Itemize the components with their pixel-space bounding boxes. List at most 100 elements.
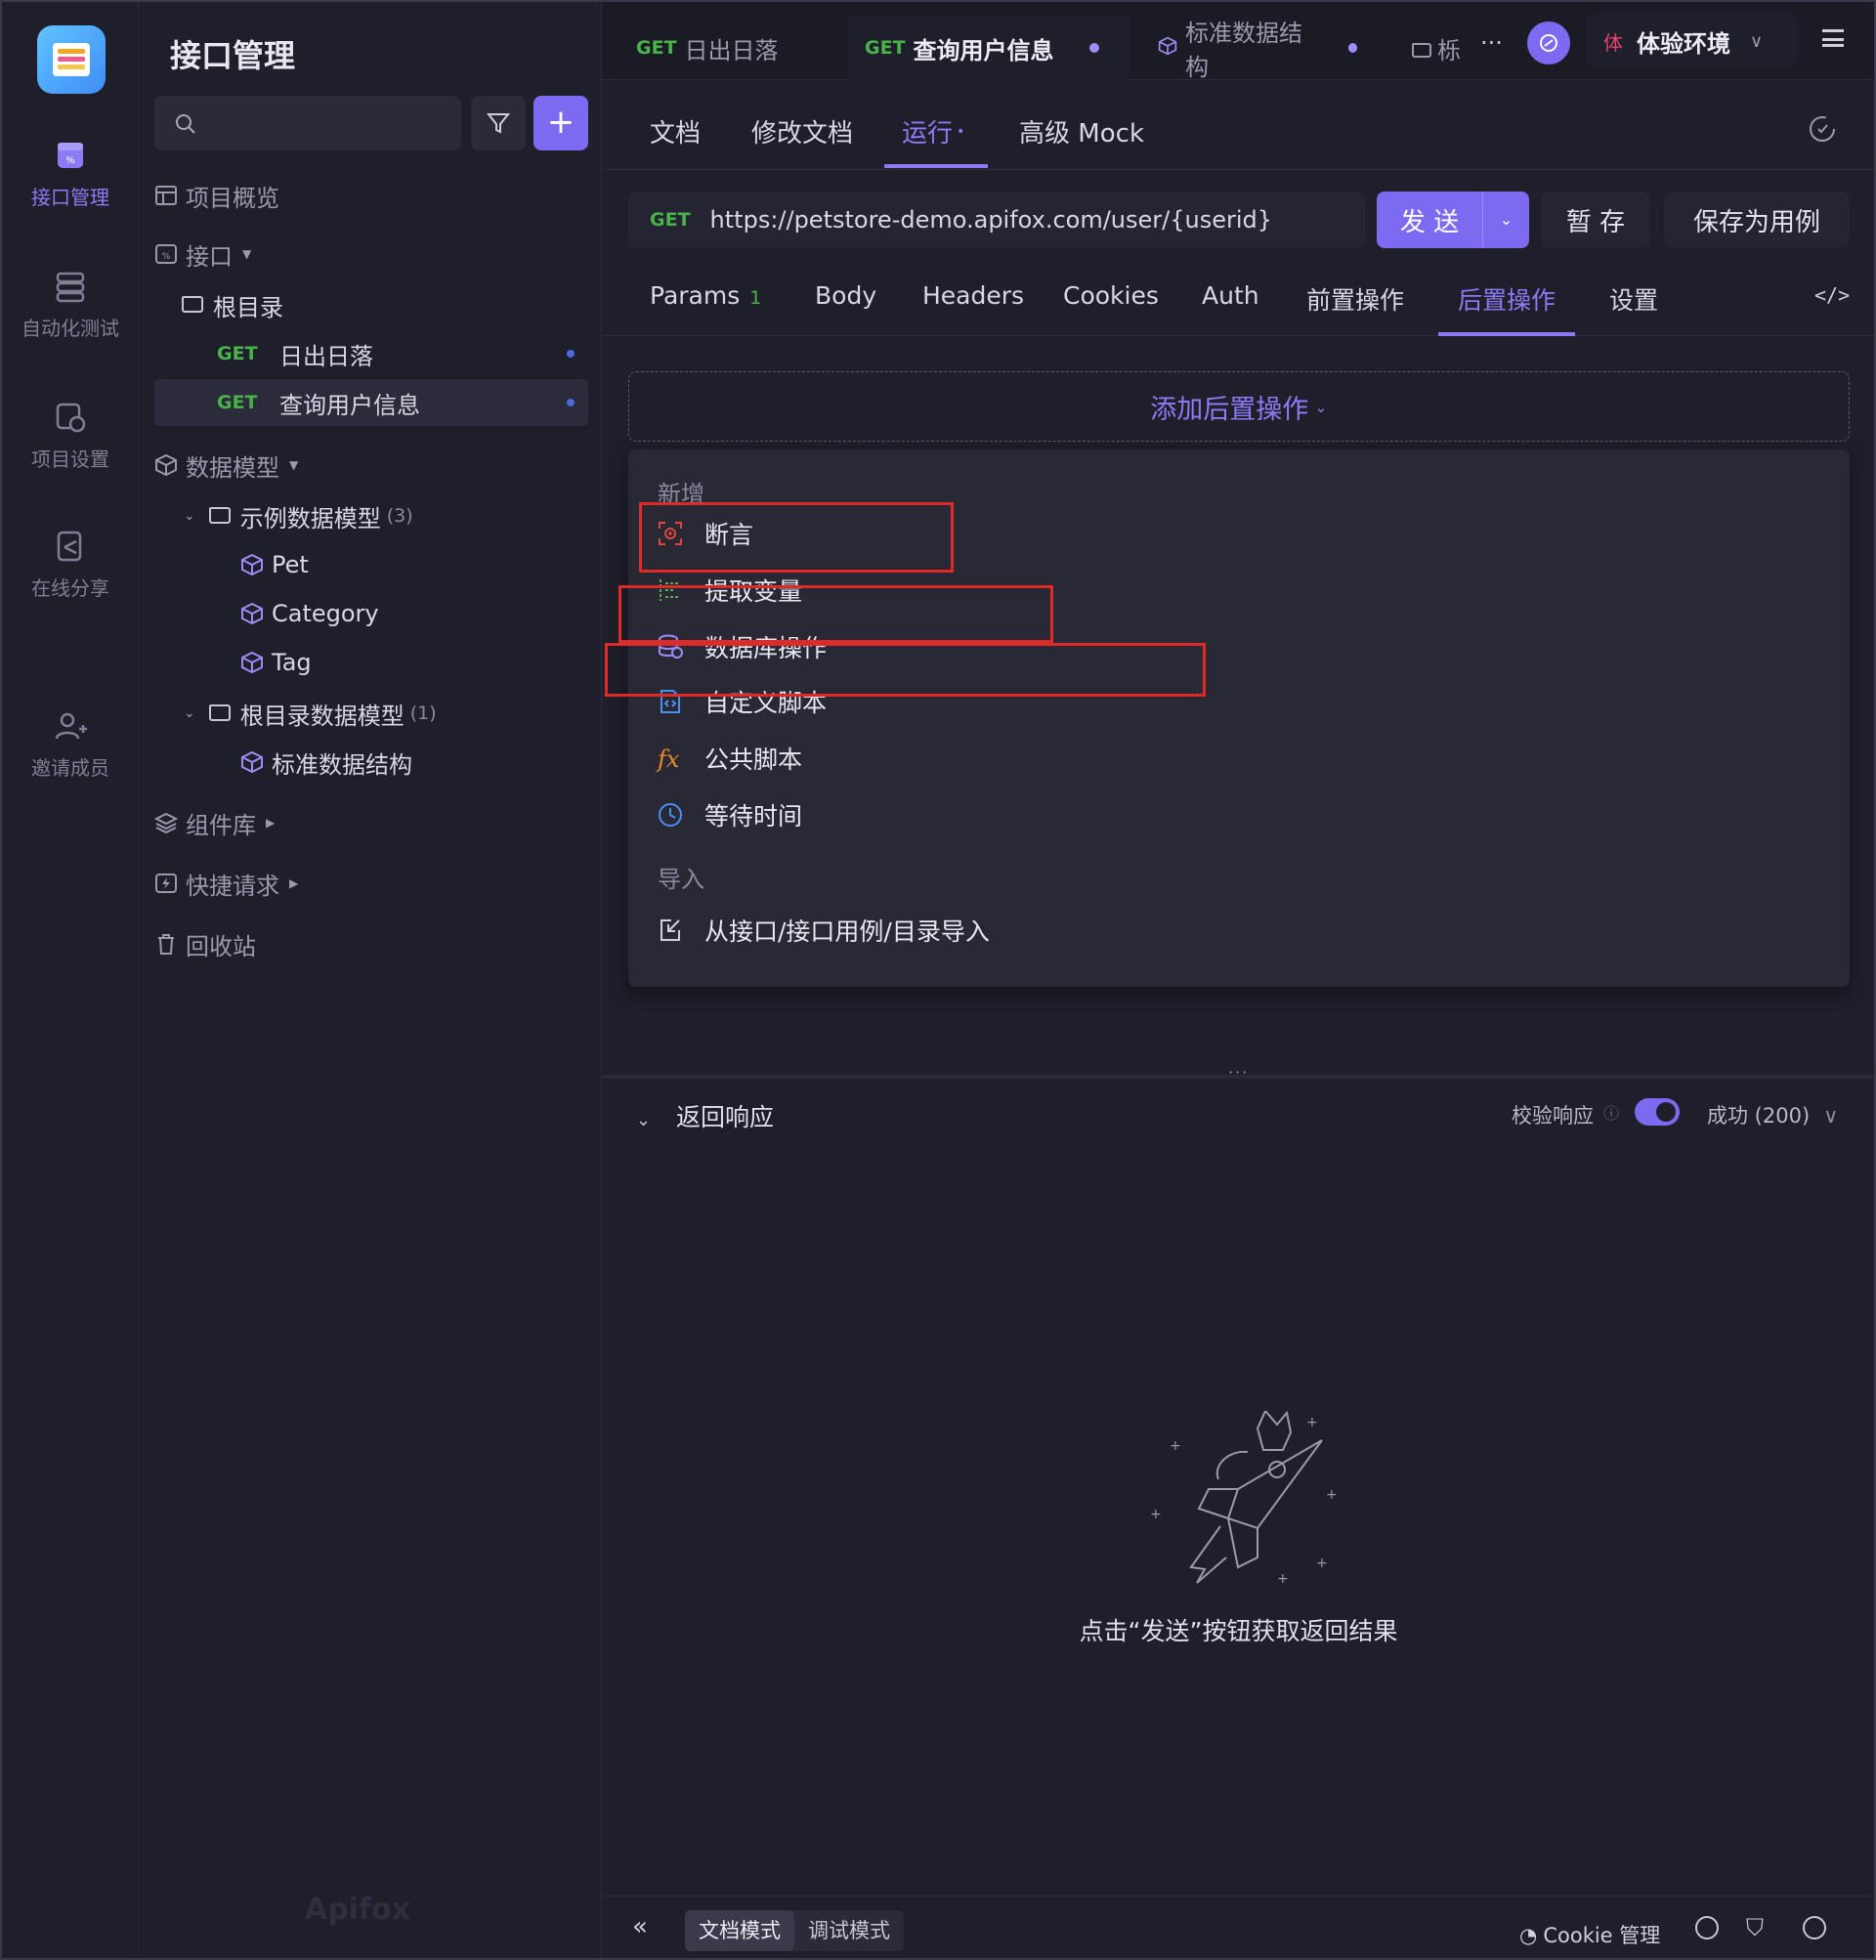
help-icon[interactable] xyxy=(1803,1916,1826,1939)
highlight-box-extract-variable xyxy=(618,585,1053,643)
rail-item-automation[interactable]: 自动化测试 xyxy=(2,270,139,341)
tree-item-quick-requests[interactable]: 快捷请求 ▶ xyxy=(154,860,588,907)
tab-folder[interactable]: 栎 xyxy=(1394,16,1472,80)
menu-item-label: 公共脚本 xyxy=(704,746,803,774)
automation-icon xyxy=(53,270,88,303)
method-badge: GET xyxy=(865,37,906,59)
add-user-icon xyxy=(53,709,88,743)
history-icon[interactable] xyxy=(1807,113,1838,145)
expand-caret-icon[interactable]: ▶ xyxy=(289,876,298,890)
svg-text:%: % xyxy=(162,252,171,262)
environment-selector[interactable]: 体 体验环境 ∨ xyxy=(1586,14,1799,68)
menu-icon[interactable] xyxy=(1822,29,1844,47)
tree-item-model-pet[interactable]: Pet xyxy=(154,541,588,588)
response-header[interactable]: ⌄ 返回响应 xyxy=(636,1098,774,1133)
menu-item-wait-time[interactable]: 等待时间 xyxy=(658,793,802,836)
tab-label: 查询用户信息 xyxy=(913,36,1054,64)
folder-icon xyxy=(208,505,233,527)
tree-item-apis[interactable]: % 接口 ▼ xyxy=(154,231,588,277)
rail-item-api-management[interactable]: % 接口管理 xyxy=(2,139,139,210)
rail-item-invite-members[interactable]: 邀请成员 xyxy=(2,709,139,781)
highlight-box-database xyxy=(605,643,1206,697)
overview-icon xyxy=(154,185,178,206)
menu-item-label: 等待时间 xyxy=(704,802,803,831)
collapse-icon[interactable]: « xyxy=(632,1912,648,1941)
tree-item-example-models[interactable]: ⌄ 示例数据模型 (3) xyxy=(154,492,588,539)
cookie-manager-button[interactable]: ◔ Cookie 管理 xyxy=(1519,1920,1660,1949)
more-tabs-icon[interactable]: ··· xyxy=(1480,29,1503,57)
sync-button[interactable] xyxy=(1527,21,1570,64)
chevron-down-icon[interactable]: ⌄ xyxy=(1482,192,1529,248)
menu-item-import[interactable]: 从接口/接口用例/目录导入 xyxy=(658,909,990,952)
tree-label: 项目概览 xyxy=(186,184,279,212)
search-input[interactable] xyxy=(154,96,461,150)
svg-text:%: % xyxy=(65,155,75,166)
tab-cookies[interactable]: Cookies xyxy=(1063,281,1159,310)
add-post-operation-button[interactable]: 添加后置操作 ⌄ xyxy=(628,371,1850,442)
filter-button[interactable] xyxy=(471,96,526,150)
save-as-case-button[interactable]: 保存为用例 xyxy=(1664,192,1850,248)
tree-item-recycle-bin[interactable]: 回收站 xyxy=(154,920,588,967)
active-tab-indicator xyxy=(884,164,988,168)
method-badge: GET xyxy=(636,37,677,59)
tab-settings[interactable]: 设置 xyxy=(1609,281,1658,317)
rocket-illustration: + + + + + + xyxy=(1150,1411,1338,1587)
subtab-label: 运行 xyxy=(902,119,954,149)
tab-standard-structure[interactable]: 标准数据结构 xyxy=(1140,16,1375,81)
tab-sunrise[interactable]: GET 日出日落 xyxy=(618,16,837,80)
subtab-docs[interactable]: 文档 xyxy=(650,113,701,149)
drag-handle-icon[interactable]: ··· xyxy=(1228,1063,1249,1082)
menu-item-public-script[interactable]: fx 公共脚本 xyxy=(658,737,802,780)
tab-pre-operations[interactable]: 前置操作 xyxy=(1306,281,1404,317)
status-label: 成功 (200) xyxy=(1707,1104,1811,1128)
url-input[interactable]: GET https://petstore-demo.apifox.com/use… xyxy=(628,192,1365,248)
rail-item-project-settings[interactable]: 项目设置 xyxy=(2,401,139,472)
tree-item-api-sunrise[interactable]: GET 日出日落 xyxy=(154,330,588,377)
tab-headers[interactable]: Headers xyxy=(922,281,1024,310)
tree-item-api-user-info[interactable]: GET 查询用户信息 xyxy=(154,379,588,426)
tab-body[interactable]: Body xyxy=(815,281,876,310)
help-icon[interactable]: ⓘ xyxy=(1603,1100,1619,1124)
app-logo[interactable] xyxy=(37,25,106,94)
shirt-icon[interactable]: ⛉ xyxy=(1746,1914,1764,1941)
tab-params[interactable]: Params 1 xyxy=(650,281,761,310)
tree-item-model-standard[interactable]: 标准数据结构 xyxy=(154,739,588,786)
validate-response-toggle[interactable] xyxy=(1635,1098,1680,1126)
fx-icon: fx xyxy=(658,746,680,773)
expand-caret-icon[interactable]: ▶ xyxy=(266,816,275,830)
subtab-edit-docs[interactable]: 修改文档 xyxy=(751,113,853,149)
chevron-down-icon[interactable]: ⌄ xyxy=(184,705,195,721)
tab-post-operations[interactable]: 后置操作 xyxy=(1458,281,1556,317)
tree-item-data-models[interactable]: 数据模型 ▼ xyxy=(154,442,588,489)
code-icon[interactable]: </> xyxy=(1814,283,1850,307)
mode-debug[interactable]: 调试模式 xyxy=(794,1910,904,1951)
tree-item-project-overview[interactable]: 项目概览 xyxy=(154,172,588,219)
add-button[interactable]: + xyxy=(533,96,588,150)
top-tab-bar: GET 日出日落 GET 查询用户信息 标准数据结构 栎 ··· 体 体验环境 … xyxy=(603,2,1874,81)
subtab-run[interactable]: 运行 • xyxy=(902,113,964,149)
tree-item-components[interactable]: 组件库 ▶ xyxy=(153,799,588,846)
upload-icon[interactable] xyxy=(1695,1916,1719,1939)
tree-item-model-tag[interactable]: Tag xyxy=(154,639,588,686)
tree-label: 日出日落 xyxy=(279,342,373,370)
send-button[interactable]: 发 送 ⌄ xyxy=(1377,192,1529,248)
tree-label: 组件库 xyxy=(186,811,256,839)
tree-item-model-category[interactable]: Category xyxy=(154,590,588,637)
tab-auth[interactable]: Auth xyxy=(1202,281,1259,310)
response-status-select[interactable]: 成功 (200) ∨ xyxy=(1707,1100,1839,1129)
tree-label: Category xyxy=(272,600,379,627)
tab-user-info[interactable]: GET 查询用户信息 xyxy=(847,16,1130,80)
subtab-mock[interactable]: 高级 Mock xyxy=(1019,113,1144,149)
expand-caret-icon[interactable]: ▼ xyxy=(242,247,251,261)
expand-caret-icon[interactable]: ▼ xyxy=(289,458,298,472)
save-button[interactable]: 暂 存 xyxy=(1541,192,1650,248)
folder-icon xyxy=(182,294,205,316)
tree-item-root-models[interactable]: ⌄ 根目录数据模型 (1) xyxy=(154,690,588,737)
response-empty-text: 点击“发送”按钮获取返回结果 xyxy=(1079,1617,1398,1645)
svg-text:+: + xyxy=(1277,1571,1289,1587)
rail-item-online-share[interactable]: 在线分享 xyxy=(2,530,139,601)
tree-item-root-folder[interactable]: 根目录 xyxy=(154,281,588,328)
chevron-down-icon[interactable]: ⌄ xyxy=(184,508,195,524)
add-post-operation-label: 添加后置操作 xyxy=(1150,394,1309,425)
mode-doc[interactable]: 文档模式 xyxy=(685,1910,794,1951)
